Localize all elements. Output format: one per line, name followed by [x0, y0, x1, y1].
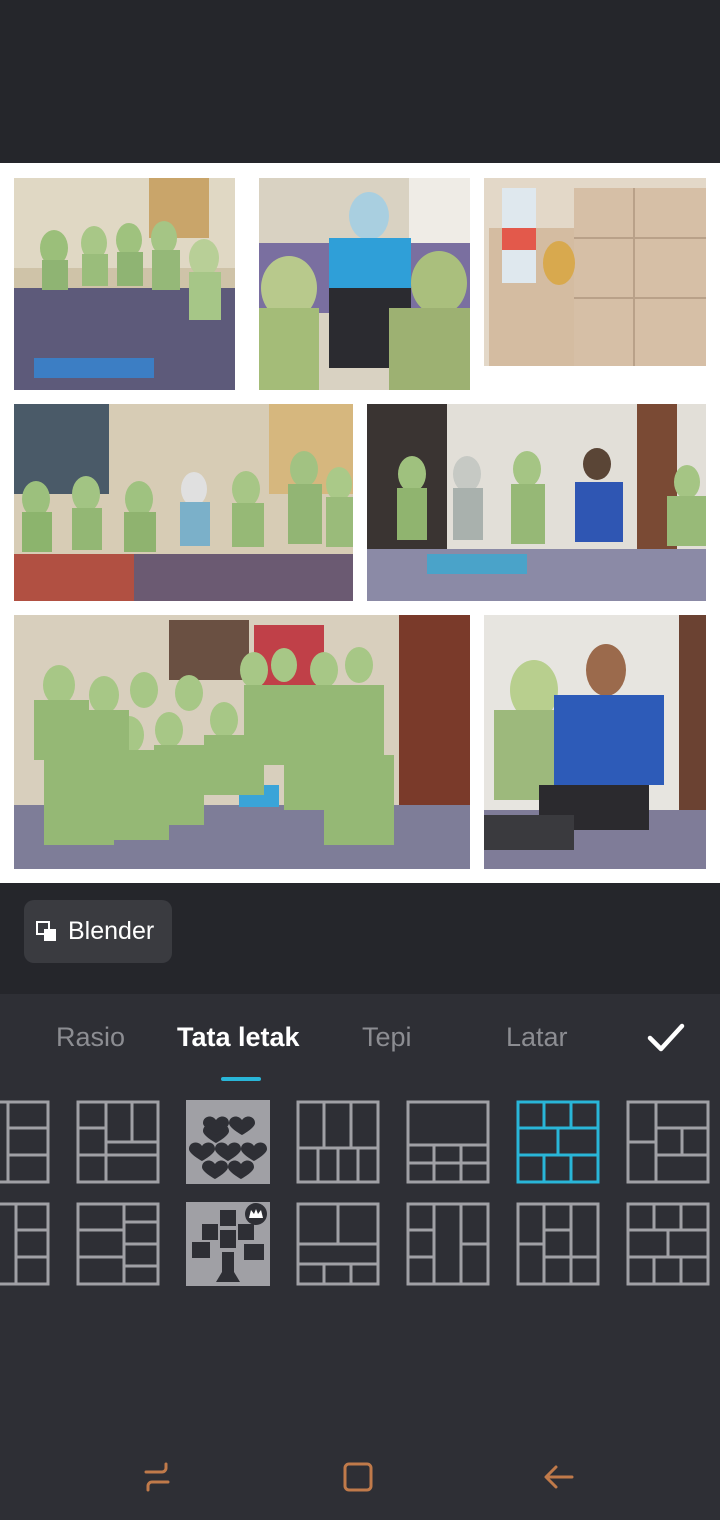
layout-hearts[interactable]	[186, 1100, 270, 1184]
layout-brick-selected[interactable]	[516, 1100, 600, 1184]
layout-wide-top-6-bottom[interactable]	[406, 1100, 490, 1184]
blender-icon	[36, 920, 56, 941]
photo-man-blue-batik-group[interactable]	[367, 404, 706, 601]
layout-2col-split[interactable]	[406, 1202, 490, 1286]
photo-group-portrait[interactable]	[14, 615, 470, 869]
tab-rasio[interactable]: Rasio	[56, 1022, 125, 1053]
tab-tata-letak[interactable]: Tata letak	[177, 1022, 300, 1053]
photo-man-blue-batik-closeup[interactable]	[484, 615, 706, 869]
tab-tepi[interactable]: Tepi	[362, 1022, 412, 1053]
crown-icon	[249, 1209, 263, 1218]
collage-canvas[interactable]	[0, 163, 720, 883]
layout-partial-left-2[interactable]	[0, 1202, 50, 1286]
layout-mixed-grid[interactable]	[516, 1202, 600, 1286]
back-icon[interactable]	[542, 1460, 576, 1494]
photo-women-sitting-room[interactable]	[14, 404, 353, 601]
photo-women-seated-circle[interactable]	[14, 178, 235, 390]
confirm-check-icon[interactable]	[646, 1022, 686, 1054]
photo-snack-boxes-water[interactable]	[484, 178, 706, 366]
navigation-bar	[0, 1430, 720, 1520]
blender-area: Blender	[0, 883, 720, 994]
photo-speaker-blue-hijab[interactable]	[259, 178, 470, 390]
layout-partial-right[interactable]	[626, 1100, 710, 1184]
home-icon[interactable]	[341, 1460, 375, 1494]
top-bar	[0, 0, 720, 163]
layout-partial-left[interactable]	[0, 1100, 50, 1184]
tab-indicator	[221, 1077, 261, 1081]
recent-apps-icon[interactable]	[140, 1460, 174, 1494]
tab-bar: Rasio Tata letak Tepi Latar	[0, 994, 720, 1089]
blender-label: Blender	[68, 917, 155, 945]
layout-tree-premium[interactable]	[186, 1202, 270, 1286]
tab-latar[interactable]: Latar	[506, 1022, 568, 1053]
layout-partial-right-2[interactable]	[626, 1202, 710, 1286]
layout-3over4[interactable]	[296, 1100, 380, 1184]
layout-wide-3-rows[interactable]	[296, 1202, 380, 1286]
layout-grid-2x3[interactable]	[76, 1100, 160, 1184]
blender-button[interactable]: Blender	[24, 900, 172, 963]
layout-2col-rows[interactable]	[76, 1202, 160, 1286]
